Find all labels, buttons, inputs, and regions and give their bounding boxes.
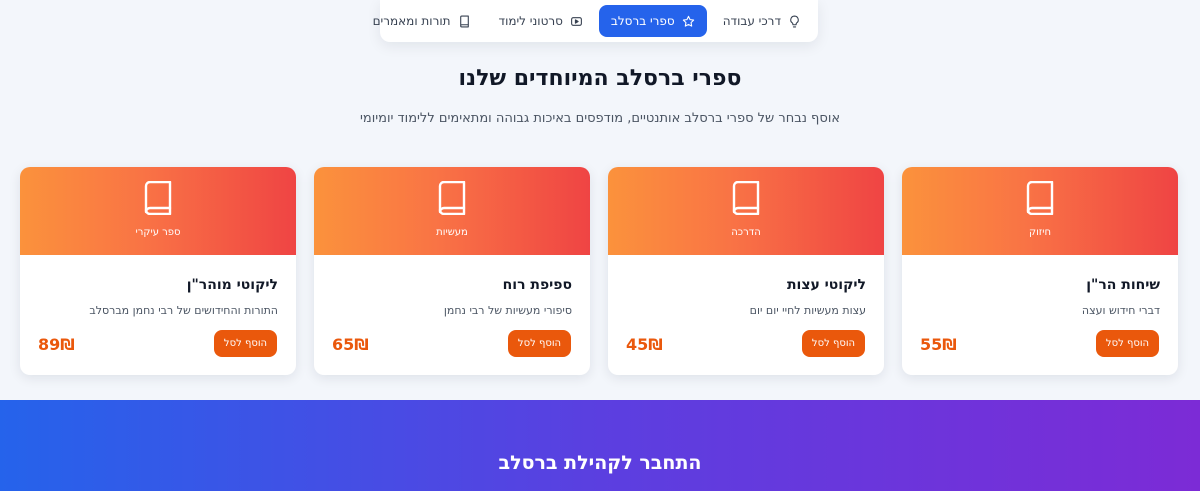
book-card-header: מעשיות: [314, 167, 590, 255]
book-icon: [732, 181, 760, 215]
add-to-cart-button[interactable]: הוסף לסל: [214, 330, 277, 357]
book-description: סיפורי מעשיות של רבי נחמן: [443, 304, 572, 317]
book-category: הדרכה: [731, 227, 761, 238]
add-to-cart-button[interactable]: הוסף לסל: [1096, 330, 1159, 357]
book-card-body: ספיפת רוח סיפורי מעשיות של רבי נחמן הוסף…: [314, 255, 590, 375]
tab-work-paths[interactable]: דרכי עבודה: [711, 5, 813, 37]
book-category: חיזוק: [1028, 227, 1052, 238]
tab-label: ספרי ברסלב: [610, 14, 675, 28]
book-description: דברי חידוש ועצה: [1081, 304, 1160, 317]
book-card-header: חיזוק: [902, 167, 1178, 255]
book-icon: [144, 181, 172, 215]
book-card: ספר עיקרי ליקוטי מוהר"ן התורות והחידושים…: [20, 167, 296, 375]
book-price: 89₪: [38, 335, 75, 354]
book-price: 55₪: [920, 335, 957, 354]
book-icon: [459, 15, 469, 27]
book-card-body: שיחות הר"ן דברי חידוש ועצה הוסף לסל 55₪: [902, 255, 1178, 375]
book-title: שיחות הר"ן: [1086, 277, 1160, 293]
community-banner: התחבר לקהילת ברסלב: [0, 400, 1200, 491]
book-category: מעשיות: [436, 227, 468, 238]
add-to-cart-button[interactable]: הוסף לסל: [802, 330, 865, 357]
lightbulb-icon: [790, 15, 799, 27]
section-title: ספרי ברסלב המיוחדים שלנו: [458, 66, 742, 91]
book-price: 65₪: [332, 335, 369, 354]
tab-label: דרכי עבודה: [722, 14, 781, 28]
tab-label: סרטוני לימוד: [498, 14, 563, 28]
books-grid: חיזוק שיחות הר"ן דברי חידוש ועצה הוסף לס…: [20, 167, 1178, 375]
play-video-icon: [570, 16, 582, 26]
book-title: ליקוטי עצות: [786, 277, 866, 293]
tab-teachings-articles[interactable]: תורות ומאמרים: [361, 5, 483, 37]
book-category: ספר עיקרי: [135, 227, 181, 238]
add-to-cart-button[interactable]: הוסף לסל: [508, 330, 571, 357]
book-description: התורות והחידושים של רבי נחמן מברסלב: [89, 304, 278, 317]
book-icon: [438, 181, 466, 215]
book-title: ליקוטי מוהר"ן: [186, 277, 278, 293]
book-card: מעשיות ספיפת רוח סיפורי מעשיות של רבי נח…: [314, 167, 590, 375]
book-description: עצות מעשיות לחיי יום יום: [749, 304, 866, 317]
tab-study-videos[interactable]: סרטוני לימוד: [487, 5, 595, 37]
book-price: 45₪: [626, 335, 663, 354]
book-card-header: ספר עיקרי: [20, 167, 296, 255]
star-icon: [682, 15, 694, 27]
book-title: ספיפת רוח: [502, 277, 572, 293]
section-subtitle: אוסף נבחר של ספרי ברסלב אותנטיים, מודפסי…: [359, 111, 841, 126]
book-card-body: ליקוטי מוהר"ן התורות והחידושים של רבי נח…: [20, 255, 296, 375]
book-card: חיזוק שיחות הר"ן דברי חידוש ועצה הוסף לס…: [902, 167, 1178, 375]
category-tabs: דרכי עבודה ספרי ברסלב סרטוני לימוד תורות…: [373, 0, 818, 42]
tab-label: תורות ומאמרים: [372, 14, 451, 28]
book-card-header: הדרכה: [608, 167, 884, 255]
book-card: הדרכה ליקוטי עצות עצות מעשיות לחיי יום י…: [608, 167, 884, 375]
book-icon: [1026, 181, 1054, 215]
tab-breslov-books[interactable]: ספרי ברסלב: [598, 5, 707, 37]
community-title: התחבר לקהילת ברסלב: [498, 452, 702, 474]
book-card-body: ליקוטי עצות עצות מעשיות לחיי יום יום הוס…: [608, 255, 884, 375]
